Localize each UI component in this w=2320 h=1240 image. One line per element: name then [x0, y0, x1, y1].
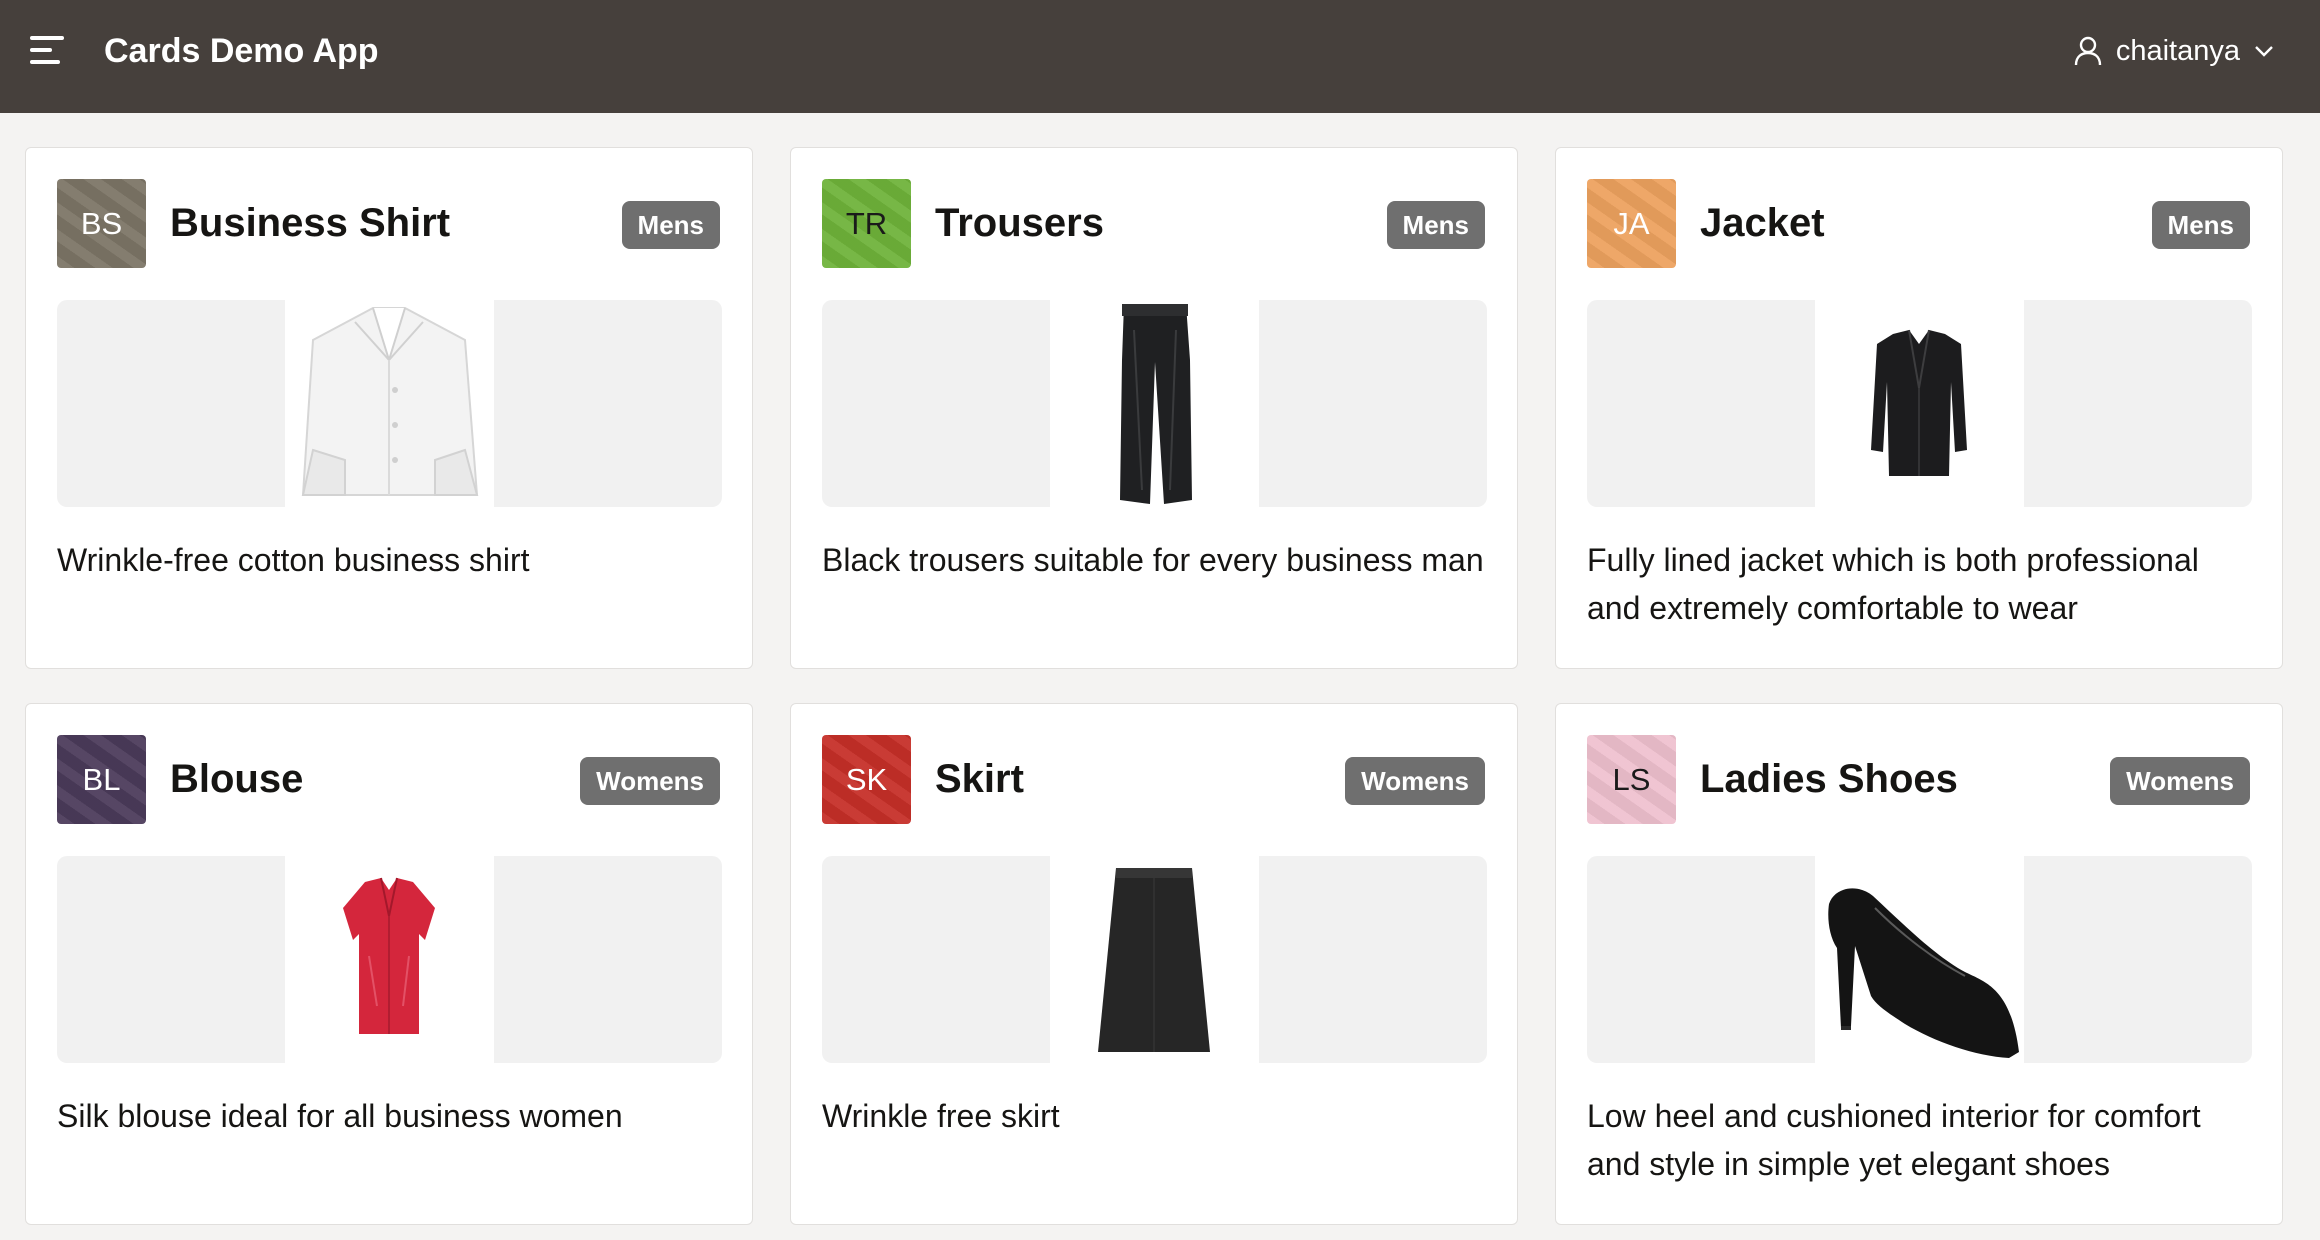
- user-menu[interactable]: chaitanya: [2074, 28, 2274, 74]
- avatar-initials: BS: [57, 179, 146, 268]
- category-badge: Womens: [1345, 757, 1485, 805]
- card-business-shirt[interactable]: BS Business Shirt Mens Wrinkle-free cott…: [25, 147, 753, 669]
- card-description: Silk blouse ideal for all business women: [57, 1098, 623, 1134]
- card-media: [57, 856, 722, 1063]
- user-icon: [2074, 36, 2102, 66]
- card-media: [1587, 300, 2252, 507]
- category-badge: Mens: [1386, 201, 1485, 249]
- card-title: Ladies Shoes: [1700, 757, 1958, 801]
- category-badge: Womens: [2110, 757, 2250, 805]
- app-header: Cards Demo App chaitanya: [0, 0, 2320, 113]
- card-description: Fully lined jacket which is both profess…: [1587, 542, 2199, 626]
- shirt-image: [285, 300, 494, 507]
- category-badge: Mens: [621, 201, 720, 249]
- card-media: [822, 300, 1487, 507]
- card-description: Black trousers suitable for every busine…: [822, 542, 1484, 578]
- chevron-down-icon: [2255, 46, 2273, 57]
- category-badge: Womens: [580, 757, 720, 805]
- card-blouse[interactable]: BL Blouse Womens Silk blouse ideal for a…: [25, 703, 753, 1225]
- card-title: Blouse: [170, 757, 304, 801]
- card-media: [822, 856, 1487, 1063]
- avatar-initials: BL: [57, 735, 146, 824]
- card-media: [1587, 856, 2252, 1063]
- shoes-image: [1815, 856, 2024, 1063]
- jacket-image: [1815, 300, 2024, 507]
- skirt-image: [1050, 856, 1259, 1063]
- category-badge: Mens: [2151, 201, 2250, 249]
- hamburger-menu-icon[interactable]: [30, 36, 66, 66]
- card-description: Low heel and cushioned interior for comf…: [1587, 1098, 2201, 1182]
- avatar-initials: TR: [822, 179, 911, 268]
- card-title: Trousers: [935, 201, 1104, 245]
- card-description: Wrinkle-free cotton business shirt: [57, 542, 530, 578]
- card-jacket[interactable]: JA Jacket Mens Fully lined jacket which …: [1555, 147, 2283, 669]
- card-ladies-shoes[interactable]: LS Ladies Shoes Womens Low heel and cush…: [1555, 703, 2283, 1225]
- blouse-image: [285, 856, 494, 1063]
- card-title: Jacket: [1700, 201, 1825, 245]
- avatar-initials: SK: [822, 735, 911, 824]
- card-media: [57, 300, 722, 507]
- card-title: Skirt: [935, 757, 1024, 801]
- user-name: chaitanya: [2115, 35, 2240, 67]
- avatar-initials: JA: [1587, 179, 1676, 268]
- card-title: Business Shirt: [170, 201, 451, 245]
- card-skirt[interactable]: SK Skirt Womens Wrinkle free skirt: [790, 703, 1518, 1225]
- avatar-initials: LS: [1587, 735, 1676, 824]
- trousers-image: [1050, 300, 1259, 507]
- app-title[interactable]: Cards Demo App: [104, 28, 379, 74]
- card-trousers[interactable]: TR Trousers Mens Black trousers suitable…: [790, 147, 1518, 669]
- card-description: Wrinkle free skirt: [822, 1098, 1060, 1134]
